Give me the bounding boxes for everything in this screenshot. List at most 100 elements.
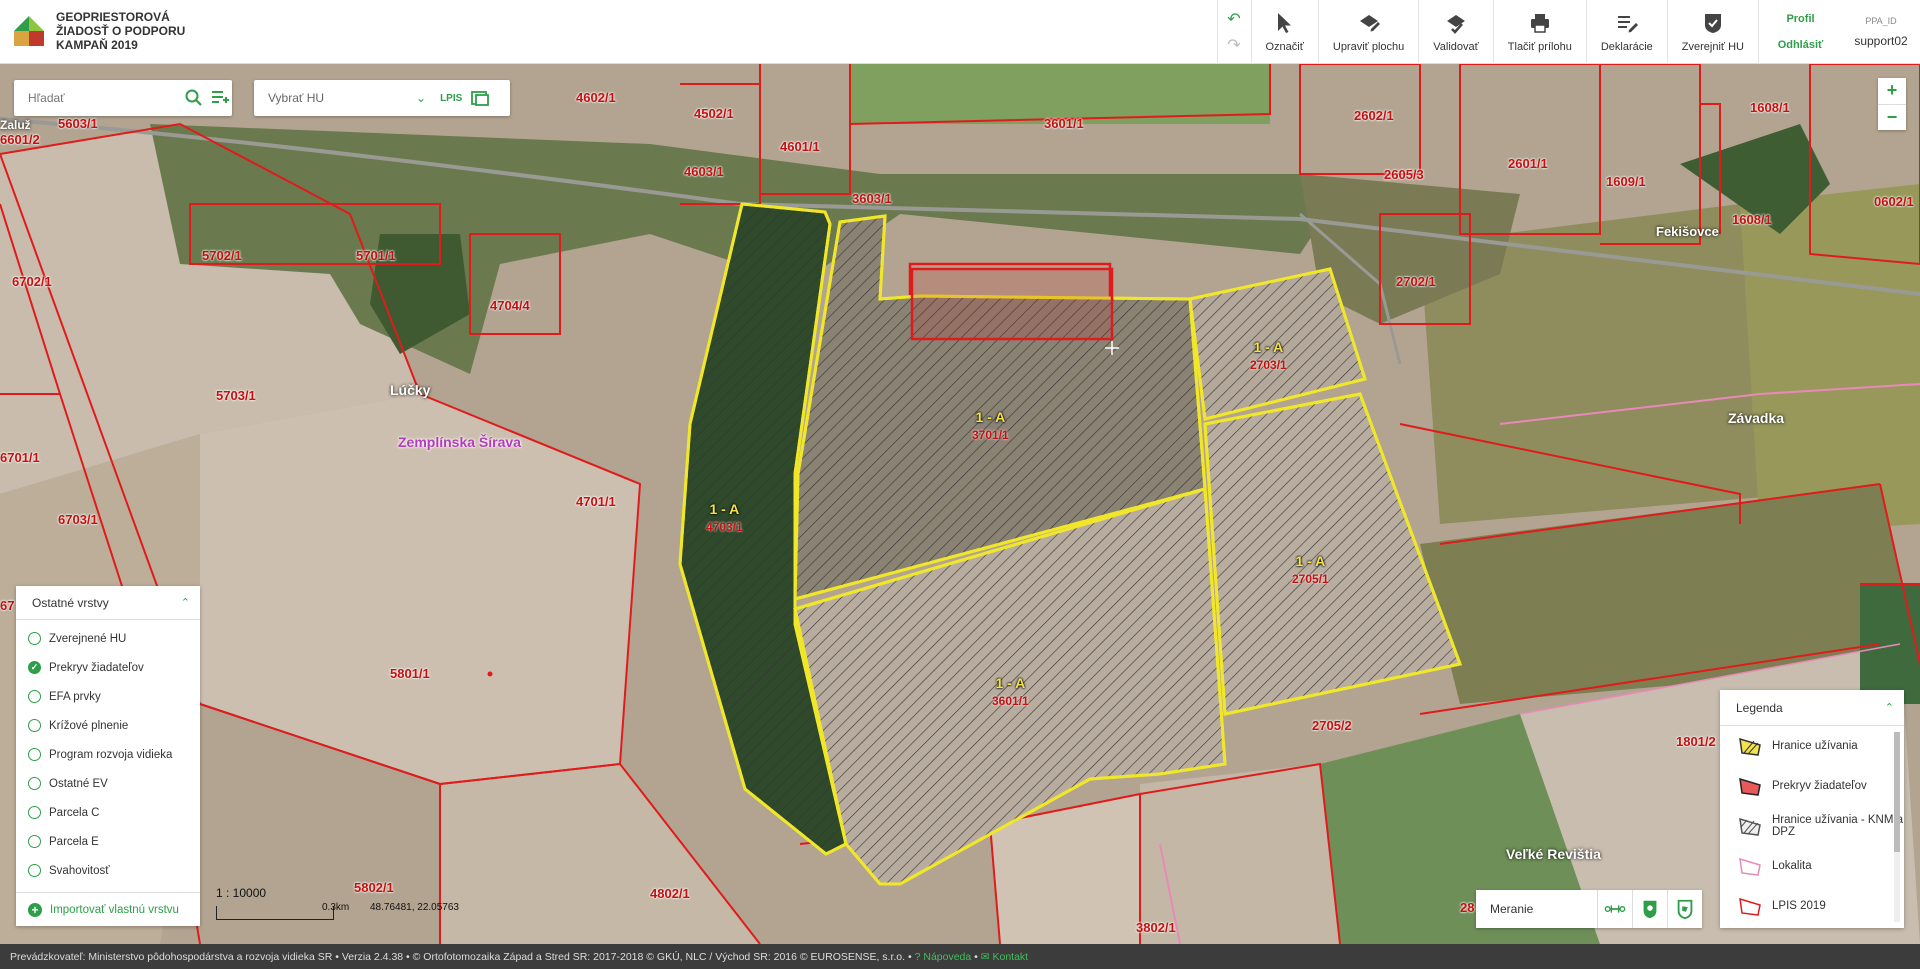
- layer-item[interactable]: Svahovitosť: [16, 856, 200, 885]
- parcel-label: 0602/1: [1874, 194, 1914, 209]
- parcel-label: 28: [1460, 900, 1475, 915]
- measure-area-button[interactable]: [1631, 890, 1667, 928]
- hu-select[interactable]: Vybrať HU: [268, 91, 416, 105]
- layer-item[interactable]: Krížové plnenie: [16, 711, 200, 740]
- hu-parcel: 3601/1: [992, 694, 1029, 708]
- hu-block-label[interactable]: 1 - A 2705/1: [1292, 552, 1329, 588]
- parcel-label: 4502/1: [694, 106, 734, 121]
- layer-radio[interactable]: [28, 632, 41, 645]
- legend-item: Hranice užívania - KNM a DPZ: [1720, 806, 1904, 846]
- app-logo: [14, 16, 44, 46]
- search-filter-icon[interactable]: [210, 88, 230, 108]
- legend-item: LPIS 2019: [1720, 886, 1904, 926]
- layer-item[interactable]: Prekryv žiadateľov: [16, 653, 200, 682]
- publish-hu-button[interactable]: Zverejniť HU: [1666, 0, 1758, 64]
- hu-block-label[interactable]: 1 - A 3601/1: [992, 674, 1029, 710]
- collapse-icon[interactable]: ⌃: [181, 596, 190, 609]
- collapse-icon[interactable]: ⌃: [1885, 701, 1894, 714]
- logout-link[interactable]: Odhlásiť: [1778, 39, 1824, 51]
- parcel-label: 4701/1: [576, 494, 616, 509]
- validate-icon: [1447, 15, 1466, 34]
- print-attachment-button[interactable]: Tlačiť prílohu: [1492, 0, 1586, 64]
- hu-code: 1 - A: [709, 501, 740, 517]
- parcel-label: 1608/1: [1750, 100, 1790, 115]
- zoom-control: + −: [1878, 78, 1906, 130]
- select-button[interactable]: Označiť: [1250, 0, 1318, 64]
- zoom-in-button[interactable]: +: [1878, 78, 1906, 104]
- footer-bar: Prevádzkovateľ: Ministerstvo pôdohospodá…: [0, 944, 1920, 969]
- legend-panel: Legenda ⌃ Hranice užívania Prekryv žiada…: [1720, 690, 1904, 928]
- parcel-label: 1608/1: [1732, 212, 1772, 227]
- parcel-label: 1801/2: [1676, 734, 1716, 749]
- profile-link[interactable]: Profil: [1786, 13, 1814, 25]
- validate-button-label: Validovať: [1433, 41, 1479, 53]
- legend-item-label: LPIS 2019: [1772, 900, 1826, 912]
- parcel-label: 5802/1: [354, 880, 394, 895]
- hu-block-label[interactable]: 1 - A 4703/1: [706, 500, 743, 536]
- lpis-toggle[interactable]: LPIS: [440, 93, 462, 104]
- edit-area-button[interactable]: Upraviť plochu: [1317, 0, 1418, 64]
- legend-scrollbar-thumb[interactable]: [1894, 732, 1900, 852]
- edit-area-icon: [1359, 15, 1380, 32]
- layer-item[interactable]: Zverejnené HU: [16, 624, 200, 653]
- app-header: GEOPRIESTOROVÁ ŽIADOSŤ O PODPORU KAMPAŇ …: [0, 0, 1920, 64]
- lpis-layer-icon[interactable]: [470, 88, 490, 108]
- legend-item-label: Prekryv žiadateľov: [1772, 780, 1867, 792]
- layers-panel-header[interactable]: Ostatné vrstvy ⌃: [16, 586, 200, 620]
- zoom-out-button[interactable]: −: [1878, 103, 1906, 131]
- validate-button[interactable]: Validovať: [1418, 0, 1493, 64]
- main-toolbar: ↶ ↷ Označiť Upraviť plochu Validovať Tla…: [1216, 0, 1920, 64]
- legend-header[interactable]: Legenda ⌃: [1720, 690, 1904, 726]
- map-canvas[interactable]: 5603/1 6601/2 4602/1 4502/1 4601/1 4603/…: [0, 64, 1920, 944]
- chevron-down-icon[interactable]: ⌄: [416, 91, 426, 105]
- search-input[interactable]: [28, 91, 178, 105]
- user-info: PPA_ID support02: [1842, 0, 1920, 64]
- contact-link[interactable]: Kontakt: [992, 951, 1028, 963]
- place-label: Zaluž: [0, 118, 31, 132]
- measure-polygon-button[interactable]: [1666, 890, 1702, 928]
- layer-radio[interactable]: [28, 748, 41, 761]
- undo-icon[interactable]: ↶: [1227, 9, 1240, 29]
- parcel-label: 67: [0, 598, 15, 613]
- layer-item[interactable]: Ostatné EV: [16, 769, 200, 798]
- layer-radio[interactable]: [28, 806, 41, 819]
- layer-item[interactable]: Parcela C: [16, 798, 200, 827]
- import-layer-button[interactable]: + Importovať vlastnú vrstvu: [16, 892, 200, 926]
- layer-label: Krížové plnenie: [49, 719, 129, 732]
- layer-label: Prekryv žiadateľov: [49, 661, 144, 674]
- parcel-label: 6703/1: [58, 512, 98, 527]
- layer-radio[interactable]: [28, 690, 41, 703]
- layer-radio[interactable]: [28, 661, 41, 674]
- layer-item[interactable]: EFA prvky: [16, 682, 200, 711]
- knm-dpz-swatch-icon: [1739, 817, 1761, 836]
- layer-radio[interactable]: [28, 777, 41, 790]
- declarations-button-label: Deklarácie: [1600, 41, 1653, 53]
- footer-copyright: © Ortofotomozaika Západ a Stred SR: 2017…: [412, 950, 906, 963]
- redo-icon[interactable]: ↷: [1227, 35, 1240, 55]
- layer-item[interactable]: Program rozvoja vidieka: [16, 740, 200, 769]
- hu-block-label[interactable]: 1 - A 2703/1: [1250, 338, 1287, 374]
- place-label: Lúčky: [390, 382, 431, 398]
- parcel-label: 5801/1: [390, 666, 430, 681]
- parcel-label: 4601/1: [780, 139, 820, 154]
- select-button-label: Označiť: [1265, 41, 1304, 53]
- declarations-button[interactable]: Deklarácie: [1585, 0, 1667, 64]
- parcel-label: 2702/1: [1396, 274, 1436, 289]
- lpis-swatch-icon: [1739, 897, 1761, 916]
- parcel-label: 3802/1: [1136, 920, 1176, 935]
- layer-radio[interactable]: [28, 864, 41, 877]
- measure-distance-button[interactable]: [1596, 890, 1632, 928]
- layer-radio[interactable]: [28, 719, 41, 732]
- layer-item[interactable]: Parcela E: [16, 827, 200, 856]
- legend-scrollbar[interactable]: [1894, 732, 1900, 922]
- search-icon[interactable]: [184, 88, 204, 108]
- help-link[interactable]: Nápoveda: [923, 951, 971, 963]
- hu-parcel: 2703/1: [1250, 358, 1287, 372]
- parcel-label: 5701/1: [356, 248, 396, 263]
- place-label: Zemplínska Šírava: [398, 434, 521, 450]
- username: support02: [1854, 34, 1908, 48]
- layer-radio[interactable]: [28, 835, 41, 848]
- layer-label: Ostatné EV: [49, 777, 108, 790]
- hu-block-label[interactable]: 1 - A 3701/1: [972, 408, 1009, 444]
- place-label: Fekišovce: [1656, 224, 1719, 239]
